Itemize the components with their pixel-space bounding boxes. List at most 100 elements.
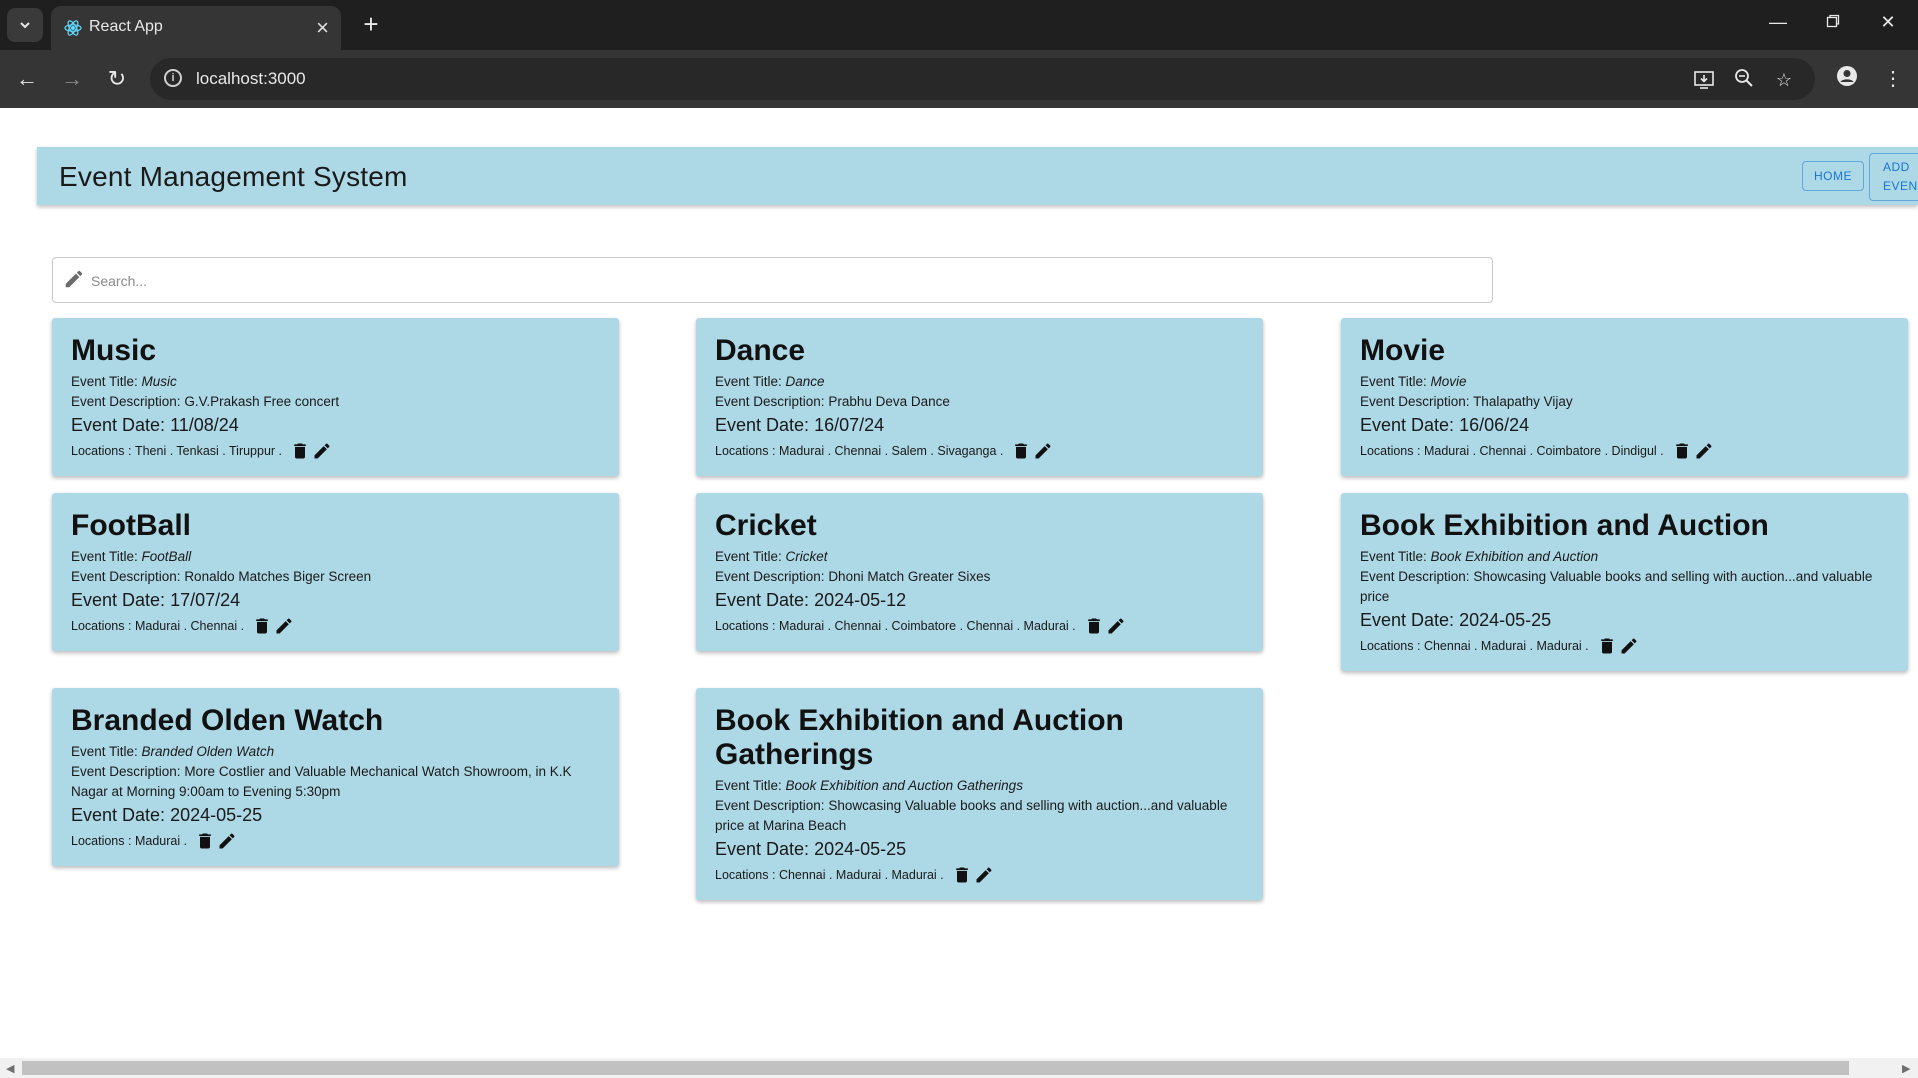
address-bar[interactable]: i localhost:3000 ☆: [150, 58, 1815, 100]
tab-search-button[interactable]: [7, 8, 43, 42]
event-date-label: Event Date:: [715, 839, 815, 859]
event-date-value: 2024-05-25: [1459, 610, 1552, 630]
event-title-value: Music: [141, 374, 177, 389]
minimize-icon[interactable]: —: [1766, 12, 1790, 33]
event-locations-value: Madurai . Chennai . Coimbatore . Chennai…: [778, 619, 1076, 633]
site-info-icon[interactable]: i: [164, 69, 182, 87]
event-description-label: Event Description:: [71, 569, 185, 584]
event-name: FootBall: [71, 509, 191, 542]
delete-icon[interactable]: [1011, 441, 1031, 461]
event-locations-value: Chennai . Madurai . Madurai .: [1423, 639, 1589, 653]
home-button[interactable]: HOME: [1802, 161, 1864, 191]
edit-icon[interactable]: [1033, 441, 1053, 461]
edit-icon[interactable]: [274, 616, 294, 636]
edit-icon[interactable]: [1694, 441, 1714, 461]
url-text[interactable]: localhost:3000: [196, 69, 306, 89]
delete-icon[interactable]: [195, 831, 215, 851]
event-title-row: Event Title: Dance: [715, 372, 1243, 392]
restore-icon[interactable]: [1821, 12, 1845, 33]
edit-icon[interactable]: [1106, 616, 1126, 636]
event-description-label: Event Description:: [71, 764, 185, 779]
delete-icon[interactable]: [952, 865, 972, 885]
search-input[interactable]: [89, 266, 1473, 296]
reload-icon[interactable]: ↻: [103, 65, 131, 93]
event-date-value: 2024-05-25: [170, 805, 263, 825]
event-card: Cricket Event Title: Cricket Event Descr…: [696, 493, 1263, 651]
event-title-row: Event Title: Book Exhibition and Auction…: [715, 776, 1243, 796]
event-description-value: G.V.Prakash Free concert: [184, 394, 340, 409]
event-title-label: Event Title:: [71, 549, 142, 564]
event-locations-row: Locations : Madurai . Chennai . Salem . …: [715, 440, 1243, 462]
event-locations-row: Locations : Chennai . Madurai . Madurai …: [1360, 635, 1888, 657]
forward-icon[interactable]: →: [58, 65, 86, 93]
event-title-value: Book Exhibition and Auction Gatherings: [785, 778, 1023, 793]
close-tab-icon[interactable]: ×: [316, 15, 329, 41]
delete-icon[interactable]: [252, 616, 272, 636]
event-locations-value: Madurai . Chennai . Salem . Sivaganga .: [778, 444, 1004, 458]
event-date-value: 16/07/24: [814, 415, 885, 435]
new-tab-button[interactable]: +: [355, 8, 387, 40]
event-card: Dance Event Title: Dance Event Descripti…: [696, 318, 1263, 476]
event-date-label: Event Date:: [715, 590, 815, 610]
event-card: Branded Olden Watch Event Title: Branded…: [52, 688, 619, 866]
event-card: Book Exhibition and Auction Gatherings E…: [696, 688, 1263, 900]
event-title-value: Branded Olden Watch: [141, 744, 275, 759]
app-header: Event Management System HOME ADD EVENT: [37, 147, 1918, 205]
event-locations-label: Locations :: [715, 619, 776, 633]
event-date-value: 2024-05-25: [814, 839, 907, 859]
profile-icon[interactable]: [1833, 65, 1861, 93]
edit-icon[interactable]: [1619, 636, 1639, 656]
event-date-row: Event Date: 2024-05-25: [71, 803, 599, 827]
event-description-value: Thalapathy Vijay: [1473, 394, 1573, 409]
event-date-row: Event Date: 16/07/24: [715, 413, 1243, 437]
scrollbar-thumb[interactable]: [22, 1061, 1849, 1075]
event-locations-label: Locations :: [715, 444, 776, 458]
event-description-row: Event Description: G.V.Prakash Free conc…: [71, 392, 599, 412]
delete-icon[interactable]: [1672, 441, 1692, 461]
scroll-left-icon[interactable]: ◀: [6, 1062, 14, 1075]
horizontal-scrollbar[interactable]: ◀ ▶: [0, 1058, 1918, 1078]
event-title-label: Event Title:: [715, 778, 786, 793]
event-card: Music Event Title: Music Event Descripti…: [52, 318, 619, 476]
event-title-label: Event Title:: [71, 744, 142, 759]
event-date-row: Event Date: 2024-05-25: [1360, 608, 1888, 632]
event-name: Cricket: [715, 509, 817, 542]
add-event-button[interactable]: ADD EVENT: [1869, 153, 1918, 201]
browser-tab-strip: React App × + — ✕: [0, 0, 1918, 50]
event-locations-value: Madurai . Chennai . Coimbatore . Dindigu…: [1423, 444, 1664, 458]
event-title-row: Event Title: Movie: [1360, 372, 1888, 392]
event-title-label: Event Title:: [71, 374, 142, 389]
bookmark-star-icon[interactable]: ☆: [1772, 68, 1796, 92]
event-locations-label: Locations :: [71, 444, 132, 458]
event-description-row: Event Description: More Costlier and Val…: [71, 762, 599, 802]
delete-icon[interactable]: [290, 441, 310, 461]
event-title-value: Book Exhibition and Auction: [1430, 549, 1599, 564]
event-date-label: Event Date:: [71, 415, 171, 435]
more-menu-icon[interactable]: ⋮: [1879, 65, 1907, 93]
edit-icon[interactable]: [974, 865, 994, 885]
scroll-right-icon[interactable]: ▶: [1902, 1062, 1910, 1075]
event-locations-label: Locations :: [1360, 639, 1421, 653]
event-name: Movie: [1360, 334, 1446, 367]
search-box: [52, 257, 1493, 303]
pencil-icon: [65, 270, 83, 288]
add-event-label-line1: ADD: [1883, 160, 1910, 174]
event-name: Book Exhibition and Auction: [1360, 509, 1769, 542]
browser-toolbar: ← → ↻ i localhost:3000 ☆ ⋮: [0, 50, 1918, 108]
delete-icon[interactable]: [1597, 636, 1617, 656]
delete-icon[interactable]: [1084, 616, 1104, 636]
event-title-row: Event Title: FootBall: [71, 547, 599, 567]
zoom-icon[interactable]: [1732, 68, 1756, 92]
event-description-label: Event Description:: [715, 394, 829, 409]
edit-icon[interactable]: [312, 441, 332, 461]
event-locations-row: Locations : Theni . Tenkasi . Tiruppur .: [71, 440, 599, 462]
install-app-icon[interactable]: [1692, 68, 1716, 92]
back-icon[interactable]: ←: [13, 65, 41, 93]
event-title-value: Dance: [785, 374, 825, 389]
browser-tab[interactable]: React App ×: [51, 6, 341, 50]
event-title-row: Event Title: Book Exhibition and Auction: [1360, 547, 1888, 567]
event-name: Branded Olden Watch: [71, 704, 384, 737]
edit-icon[interactable]: [217, 831, 237, 851]
event-locations-value: Chennai . Madurai . Madurai .: [778, 868, 944, 882]
close-window-icon[interactable]: ✕: [1876, 12, 1900, 33]
